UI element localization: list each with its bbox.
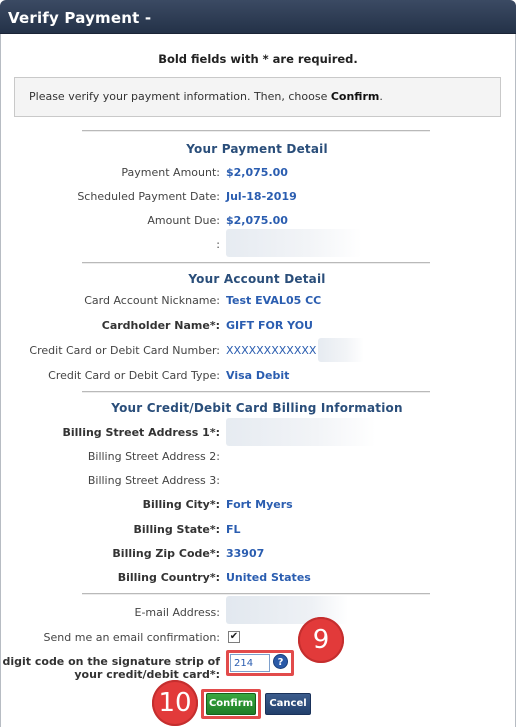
- billing-street2-label: Billing Street Address 2:: [87, 450, 220, 463]
- account-detail-title: Your Account Detail: [188, 272, 326, 286]
- cardholder-name-value: GIFT FOR YOU: [226, 319, 313, 332]
- section-divider: [82, 130, 430, 132]
- amount-due-label: Amount Due:: [147, 214, 220, 227]
- redacted-field-label: :: [216, 238, 220, 251]
- card-nickname-label: Card Account Nickname:: [84, 294, 220, 307]
- billing-street3-label: Billing Street Address 3:: [87, 474, 220, 487]
- cvv-label-line2: your credit/debit card*:: [74, 668, 220, 681]
- billing-city-label: Billing City*:: [142, 498, 220, 511]
- verify-message-suffix: .: [379, 90, 383, 103]
- amount-due-value: $2,075.00: [226, 214, 288, 227]
- card-number-redaction: [318, 338, 364, 362]
- payment-amount-value: $2,075.00: [226, 166, 288, 179]
- payment-amount-label: Payment Amount:: [121, 166, 220, 179]
- help-icon[interactable]: ?: [273, 654, 288, 669]
- verify-message-text: Please verify your payment information. …: [29, 90, 331, 103]
- scheduled-date-value: Jul-18-2019: [226, 190, 297, 203]
- window-titlebar: Verify Payment -: [0, 0, 516, 34]
- cvv-label-line1: 3 digit code on the signature strip of: [0, 655, 220, 668]
- billing-street1-label: Billing Street Address 1*:: [62, 426, 221, 439]
- billing-state-label: Billing State*:: [133, 523, 220, 536]
- verify-message-emphasis: Confirm: [330, 90, 380, 103]
- scheduled-date-label: Scheduled Payment Date:: [77, 190, 220, 203]
- billing-city-value: Fort Myers: [226, 498, 293, 511]
- billing-zip-label: Billing Zip Code*:: [112, 547, 220, 560]
- card-type-value: Visa Debit: [226, 369, 290, 382]
- card-number-label: Credit Card or Debit Card Number:: [29, 344, 220, 357]
- billing-zip-value: 33907: [226, 547, 265, 560]
- verify-message-box: Please verify your payment information. …: [14, 77, 501, 117]
- billing-country-value: United States: [226, 571, 311, 584]
- cancel-button[interactable]: Cancel: [265, 693, 311, 715]
- billing-country-label: Billing Country*:: [117, 571, 220, 584]
- email-confirmation-checkbox[interactable]: ✔: [228, 631, 240, 643]
- required-fields-note: Bold fields with * are required.: [158, 52, 358, 66]
- card-nickname-value: Test EVAL05 CC: [226, 294, 322, 307]
- section-divider: [82, 391, 430, 393]
- step-9-badge: 9: [298, 617, 344, 663]
- billing-street1-redacted: [226, 418, 376, 446]
- section-divider: [82, 262, 430, 264]
- email-label: E-mail Address:: [134, 606, 221, 619]
- step-10-badge: 10: [152, 680, 198, 726]
- payment-detail-title: Your Payment Detail: [186, 142, 328, 156]
- card-number-value: XXXXXXXXXXXX: [226, 344, 317, 357]
- cardholder-name-label: Cardholder Name*:: [101, 319, 220, 332]
- email-confirmation-label: Send me an email confirmation:: [43, 631, 220, 644]
- billing-info-title: Your Credit/Debit Card Billing Informati…: [111, 401, 403, 415]
- card-type-label: Credit Card or Debit Card Type:: [48, 369, 220, 382]
- confirm-button[interactable]: Confirm: [206, 693, 256, 715]
- window-title: Verify Payment -: [8, 9, 152, 27]
- section-divider: [82, 593, 430, 595]
- billing-state-value: FL: [226, 523, 241, 536]
- cvv-input[interactable]: [230, 654, 270, 672]
- redacted-value: [226, 229, 362, 257]
